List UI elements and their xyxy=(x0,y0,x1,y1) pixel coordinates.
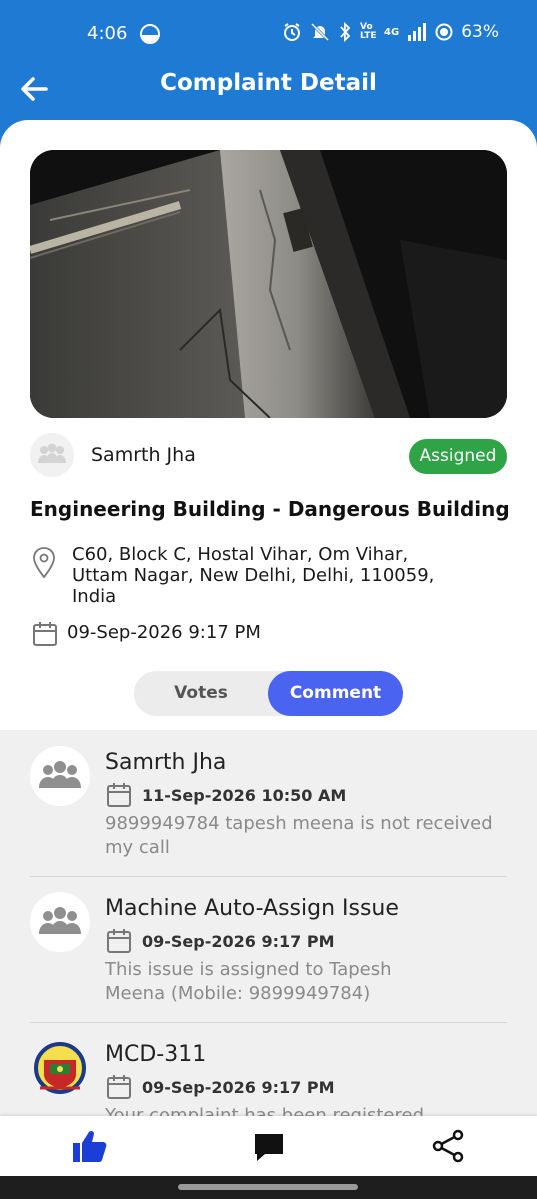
complaint-title: Engineering Building - Dangerous Buildin… xyxy=(30,497,510,521)
status-time: 4:06 xyxy=(87,23,128,44)
comment-list[interactable]: Samrth Jha 11-Sep-2026 10:50 AM 98999497… xyxy=(0,730,537,1116)
calendar-icon xyxy=(107,783,131,807)
mcd-logo xyxy=(34,1042,86,1094)
reporter-name: Samrth Jha xyxy=(91,444,196,466)
people-icon xyxy=(30,892,90,952)
calendar-icon xyxy=(33,622,57,646)
comment-text-line: Your complaint has been registered xyxy=(105,1105,424,1116)
alarm-icon xyxy=(284,23,301,41)
tab-comment[interactable]: Comment xyxy=(268,671,403,716)
bluetooth-icon xyxy=(340,22,351,42)
comment-icon[interactable] xyxy=(249,1128,289,1164)
app-bar: Complaint Detail xyxy=(0,68,537,108)
comment-date: 09-Sep-2026 9:17 PM xyxy=(142,932,335,951)
bottom-nav xyxy=(0,1116,537,1176)
comment-text: Your complaint has been registered xyxy=(105,1104,505,1116)
location-pin-icon xyxy=(33,547,55,579)
status-bar: 4:06 Vo LTE 4G 63% xyxy=(0,0,537,68)
divider xyxy=(30,876,507,877)
comment-text-line: my call xyxy=(105,837,170,858)
complaint-date: 09-Sep-2026 9:17 PM xyxy=(67,622,261,643)
mute-icon xyxy=(310,22,330,42)
complaint-address: C60, Block C, Hostal Vihar, Om Vihar, Ut… xyxy=(72,544,472,607)
comment-author: Samrth Jha xyxy=(105,750,227,775)
people-icon xyxy=(30,746,90,806)
signal-icon xyxy=(408,23,427,41)
comment-text-line: 9899949784 tapesh meena is not received xyxy=(105,813,493,834)
network-label: 4G xyxy=(384,26,400,38)
complaint-photo[interactable] xyxy=(30,150,507,418)
tab-votes[interactable]: Votes xyxy=(134,671,268,716)
comment-author: MCD-311 xyxy=(105,1042,207,1067)
calendar-icon xyxy=(107,929,131,953)
volte-label: Vo LTE xyxy=(360,22,377,41)
thumbs-up-icon[interactable] xyxy=(70,1128,110,1164)
address-line: C60, Block C, Hostal Vihar, Om Vihar, xyxy=(72,544,409,565)
share-icon[interactable] xyxy=(428,1128,468,1164)
comment-text-line: This issue is assigned to Tapesh xyxy=(105,959,392,980)
notification-app-icon xyxy=(140,24,160,44)
comment-text-line: Meena (Mobile: 9899949784) xyxy=(105,983,371,1004)
votes-comment-toggle: Votes Comment xyxy=(134,671,403,716)
status-icons: Vo LTE 4G 63% xyxy=(282,22,499,42)
reporter-avatar xyxy=(30,433,74,477)
address-line: India xyxy=(72,586,117,607)
battery-percent: 63% xyxy=(461,22,499,42)
address-line: Uttam Nagar, New Delhi, Delhi, 110059, xyxy=(72,565,435,586)
calendar-icon xyxy=(107,1075,131,1099)
system-nav-bar xyxy=(0,1176,537,1199)
complaint-photo-image xyxy=(30,150,507,418)
comment-text: This issue is assigned to Tapesh Meena (… xyxy=(105,958,505,1006)
comment-text: 9899949784 tapesh meena is not received … xyxy=(105,812,505,860)
comment-author: Machine Auto-Assign Issue xyxy=(105,896,399,921)
home-gesture-bar[interactable] xyxy=(178,1184,358,1190)
battery-icon xyxy=(435,23,453,41)
status-badge: Assigned xyxy=(409,439,507,474)
comment-date: 11-Sep-2026 10:50 AM xyxy=(142,786,347,805)
page-title: Complaint Detail xyxy=(160,70,377,96)
comment-date: 09-Sep-2026 9:17 PM xyxy=(142,1078,335,1097)
divider xyxy=(30,1022,507,1023)
